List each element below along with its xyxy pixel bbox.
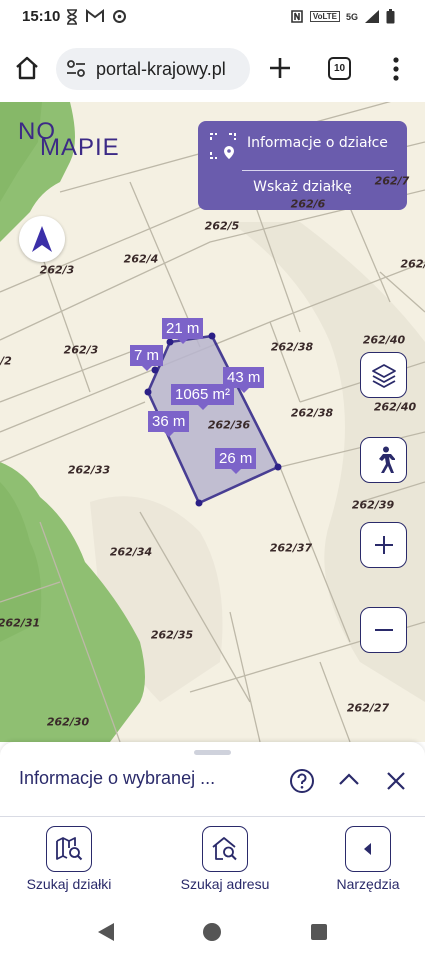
plus-icon [374,536,393,554]
plot-label: 262/37 [269,541,313,555]
layers-icon [371,364,396,388]
close-icon[interactable] [385,770,407,792]
map-view[interactable]: NO MAPIE Informacje o działce Wskaż dzia… [0,102,425,742]
address-bar[interactable]: portal-krajowy.pl [56,48,250,90]
plot-label: 262/5 [204,219,240,233]
search-address-label: Szukaj adresu [180,876,270,892]
bottom-toolbar: Szukaj działki Szukaj adresu Narzędzia [0,818,425,902]
plot-label: 262/35 [150,628,194,642]
compass-button[interactable] [19,216,65,262]
search-plot-label: Szukaj działki [26,876,112,892]
new-tab-icon[interactable] [266,54,294,82]
sync-icon [113,10,126,23]
home-search-icon [212,837,237,861]
plot-label: 262/31 [0,616,41,630]
app-logo[interactable]: NO MAPIE [18,120,119,160]
volte-badge: VoLTE [309,11,340,22]
network-type: 5G [345,11,358,22]
plot-label: 262/40 [373,400,417,414]
search-address-button[interactable]: Szukaj adresu [172,826,278,892]
caret-left-icon [364,843,371,855]
plot-label: 262/30 [46,715,90,729]
plot-label: 262/38 [270,340,314,354]
url-text: portal-krajowy.pl [96,59,226,79]
plot-label: 262/3 [63,343,99,357]
recents-icon[interactable] [310,923,328,941]
plot-label: 262/ [400,257,425,271]
bottom-sheet[interactable]: Informacje o wybranej ... [0,742,425,818]
more-menu-icon[interactable] [387,56,405,82]
site-settings-icon[interactable] [66,60,86,78]
layers-button[interactable] [360,352,407,398]
edge-length-label: 36 m [148,411,190,437]
system-nav-bar [0,902,425,960]
edge-length-label: 7 m [130,345,164,371]
panel-divider [242,170,394,171]
logo-bottom-text: MAPIE [40,134,120,161]
walking-person-icon [378,446,395,473]
plot-label: 262/7 [374,174,410,188]
home-nav-icon[interactable] [202,922,222,942]
plot-label: 262/36 [207,418,251,432]
select-area-icon [210,133,236,159]
plot-label: 262/4 [123,252,159,266]
tab-switcher-button[interactable]: 10 [328,57,351,80]
tools-button[interactable]: Narzędzia [326,826,410,892]
hourglass-icon [67,9,77,25]
status-bar: 15:10 VoLTE 5G [0,0,425,36]
divider [0,816,425,817]
status-time: 15:10 [22,8,61,25]
navigation-arrow-icon [32,226,52,252]
tools-label: Narzędzia [336,876,400,892]
edge-length-label: 26 m [215,448,257,474]
map-search-icon [56,837,83,861]
plot-label: 262/3 [39,263,75,277]
plot-label: 262/27 [346,701,390,715]
drag-handle[interactable] [194,750,231,755]
plot-label: 262/40 [362,333,406,347]
gmail-icon [86,9,104,22]
zoom-out-button[interactable] [360,607,407,653]
plot-label: /2 [0,354,12,368]
plot-label: 262/6 [290,197,326,211]
plot-label: 262/38 [290,406,334,420]
signal-icon [365,10,379,23]
plot-label: 262/33 [67,463,111,477]
edge-length-label: 43 m [223,367,265,393]
home-icon[interactable] [14,56,40,80]
battery-icon [386,9,395,24]
back-icon[interactable] [96,922,116,942]
plot-info-title[interactable]: Informacje o działce [247,135,388,151]
plot-label: 262/34 [109,545,153,559]
chevron-up-icon[interactable] [337,770,361,790]
minus-icon [374,629,393,631]
edge-length-label: 21 m [162,318,204,344]
plot-label: 262/39 [351,498,395,512]
search-plot-button[interactable]: Szukaj działki [18,826,120,892]
help-icon[interactable] [289,768,315,794]
bottom-sheet-title[interactable]: Informacje o wybranej ... [19,768,215,789]
nfc-icon [291,10,303,23]
street-view-button[interactable] [360,437,407,483]
browser-toolbar: portal-krajowy.pl 10 [0,36,425,102]
zoom-in-button[interactable] [360,522,407,568]
